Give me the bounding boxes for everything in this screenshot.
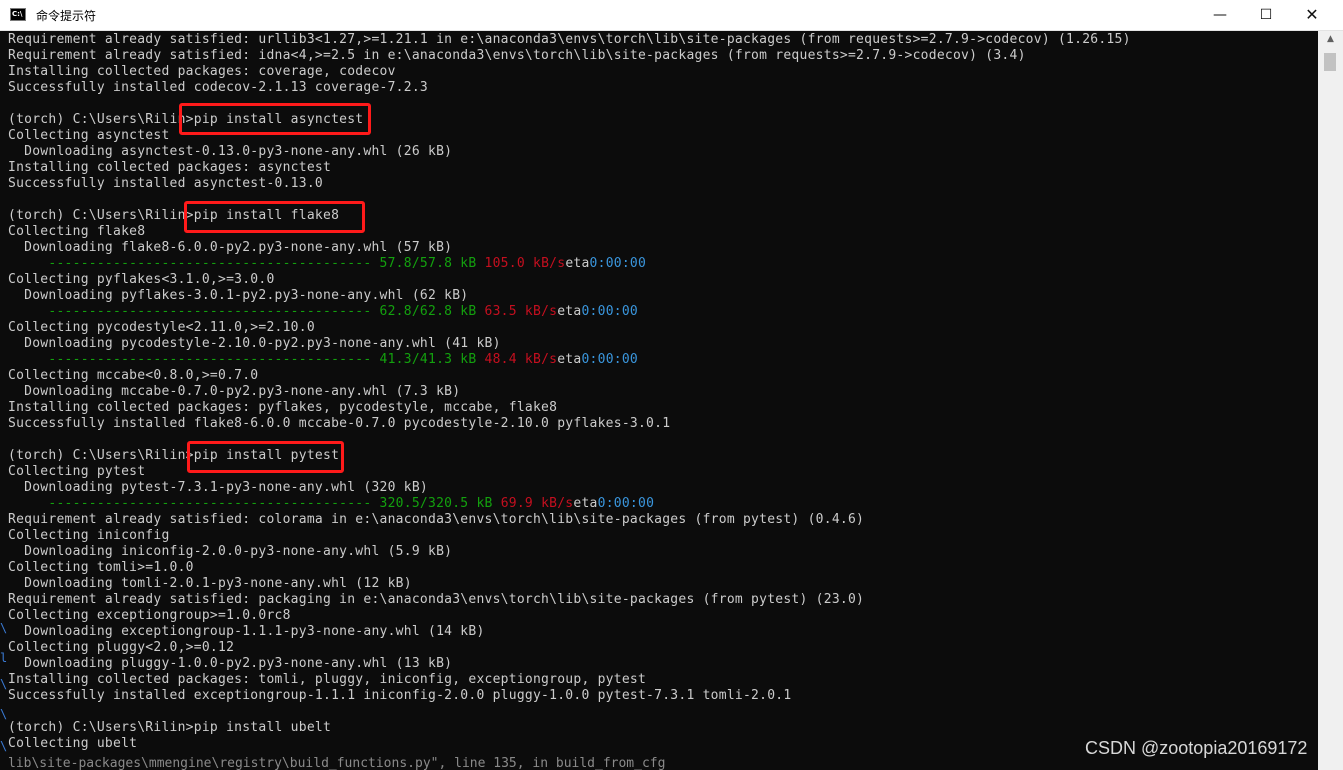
console-line: Downloading pluggy-1.0.0-py2.py3-none-an… [8, 656, 453, 671]
console-line: Successfully installed codecov-2.1.13 co… [8, 80, 428, 95]
console-line: Collecting pytest [8, 464, 146, 479]
progress-amount: 62.8/62.8 kB [379, 304, 477, 319]
title-bar[interactable]: C:\ 命令提示符 — ☐ ✕ [0, 0, 1343, 31]
background-window-text: lib\site-packages\mmengine\registry\buil… [8, 756, 666, 770]
console-line: Installing collected packages: tomli, pl… [8, 672, 647, 687]
console-line: Collecting exceptiongroup>=1.0.0rc8 [8, 608, 291, 623]
console-line: Downloading tomli-2.0.1-py3-none-any.whl… [8, 576, 412, 591]
console-line: Installing collected packages: pyflakes,… [8, 400, 558, 415]
console-line: Downloading flake8-6.0.0-py2.py3-none-an… [8, 240, 453, 255]
download-rate: 63.5 kB/s [484, 304, 558, 319]
eta-value: 0:00:00 [589, 256, 647, 271]
console-line: Collecting pluggy<2.0,>=0.12 [8, 640, 235, 655]
download-rate: 105.0 kB/s [484, 256, 566, 271]
eta-value: 0:00:00 [581, 304, 639, 319]
eta-label: eta [565, 256, 590, 271]
progress-bar-dashes: ---------------------------------------- [8, 256, 380, 271]
window-title: 命令提示符 [36, 9, 97, 23]
console-line: Successfully installed asynctest-0.13.0 [8, 176, 323, 191]
eta-label: eta [573, 496, 598, 511]
eta-label: eta [557, 304, 582, 319]
minimize-button[interactable]: — [1197, 0, 1243, 30]
console-line: Collecting mccabe<0.8.0,>=0.7.0 [8, 368, 259, 383]
console-line: (torch) C:\Users\Rilin>pip install ubelt [8, 720, 332, 735]
console-line: Requirement already satisfied: packaging… [8, 592, 865, 607]
highlight-box-asynctest [179, 103, 371, 135]
scroll-up-arrow-icon[interactable]: ▲ [1318, 31, 1343, 48]
console-line: Downloading asynctest-0.13.0-py3-none-an… [8, 144, 453, 159]
maximize-button[interactable]: ☐ [1243, 0, 1289, 30]
progress-amount: 41.3/41.3 kB [379, 352, 477, 367]
console-line: Collecting pyflakes<3.1.0,>=3.0.0 [8, 272, 275, 287]
download-rate: 48.4 kB/s [484, 352, 558, 367]
download-rate: 69.9 kB/s [500, 496, 574, 511]
progress-bar-dashes: ---------------------------------------- [8, 352, 380, 367]
console-line: Downloading pyflakes-3.0.1-py2.py3-none-… [8, 288, 469, 303]
console-line: Downloading iniconfig-2.0.0-py3-none-any… [8, 544, 453, 559]
console-line: Collecting iniconfig [8, 528, 170, 543]
eta-label: eta [557, 352, 582, 367]
progress-bar-dashes: ---------------------------------------- [8, 304, 380, 319]
console-line: Downloading exceptiongroup-1.1.1-py3-non… [8, 624, 485, 639]
highlight-box-pytest [187, 441, 344, 473]
progress-amount: 320.5/320.5 kB [379, 496, 493, 511]
console-output[interactable]: Requirement already satisfied: urllib3<1… [0, 31, 1318, 770]
watermark: CSDN @zootopia20169172 [1085, 738, 1308, 758]
console-line: Requirement already satisfied: urllib3<1… [8, 32, 1131, 47]
console-line: Downloading pytest-7.3.1-py3-none-any.wh… [8, 480, 428, 495]
console-line: Collecting pycodestyle<2.11.0,>=2.10.0 [8, 320, 315, 335]
eta-value: 0:00:00 [597, 496, 655, 511]
console-line: Requirement already satisfied: colorama … [8, 512, 865, 527]
progress-line: ----------------------------------------… [8, 304, 638, 320]
close-button[interactable]: ✕ [1289, 0, 1335, 30]
console-line: Successfully installed exceptiongroup-1.… [8, 688, 792, 703]
eta-value: 0:00:00 [581, 352, 639, 367]
highlight-box-flake8 [184, 201, 365, 233]
console-line: Installing collected packages: coverage,… [8, 64, 396, 79]
progress-line: ----------------------------------------… [8, 256, 646, 272]
console-line: Collecting tomli>=1.0.0 [8, 560, 194, 575]
progress-amount: 57.8/57.8 kB [379, 256, 477, 271]
progress-line: ----------------------------------------… [8, 496, 654, 512]
progress-bar-dashes: ---------------------------------------- [8, 496, 380, 511]
console-line: Installing collected packages: asynctest [8, 160, 332, 175]
console-line: Successfully installed flake8-6.0.0 mcca… [8, 416, 671, 431]
console-line: Collecting flake8 [8, 224, 146, 239]
console-line: Collecting asynctest [8, 128, 170, 143]
scroll-thumb[interactable] [1324, 53, 1336, 71]
console-line: Collecting ubelt [8, 736, 138, 751]
console-line: Downloading mccabe-0.7.0-py2.py3-none-an… [8, 384, 461, 399]
vertical-scrollbar[interactable]: ▲ [1318, 31, 1343, 770]
console-line: Downloading pycodestyle-2.10.0-py2.py3-n… [8, 336, 501, 351]
console-line: Requirement already satisfied: idna<4,>=… [8, 48, 1026, 63]
progress-line: ----------------------------------------… [8, 352, 638, 368]
background-window-edge: \ l \ \ \ [0, 621, 8, 753]
cmd-app-icon: C:\ [10, 8, 26, 21]
